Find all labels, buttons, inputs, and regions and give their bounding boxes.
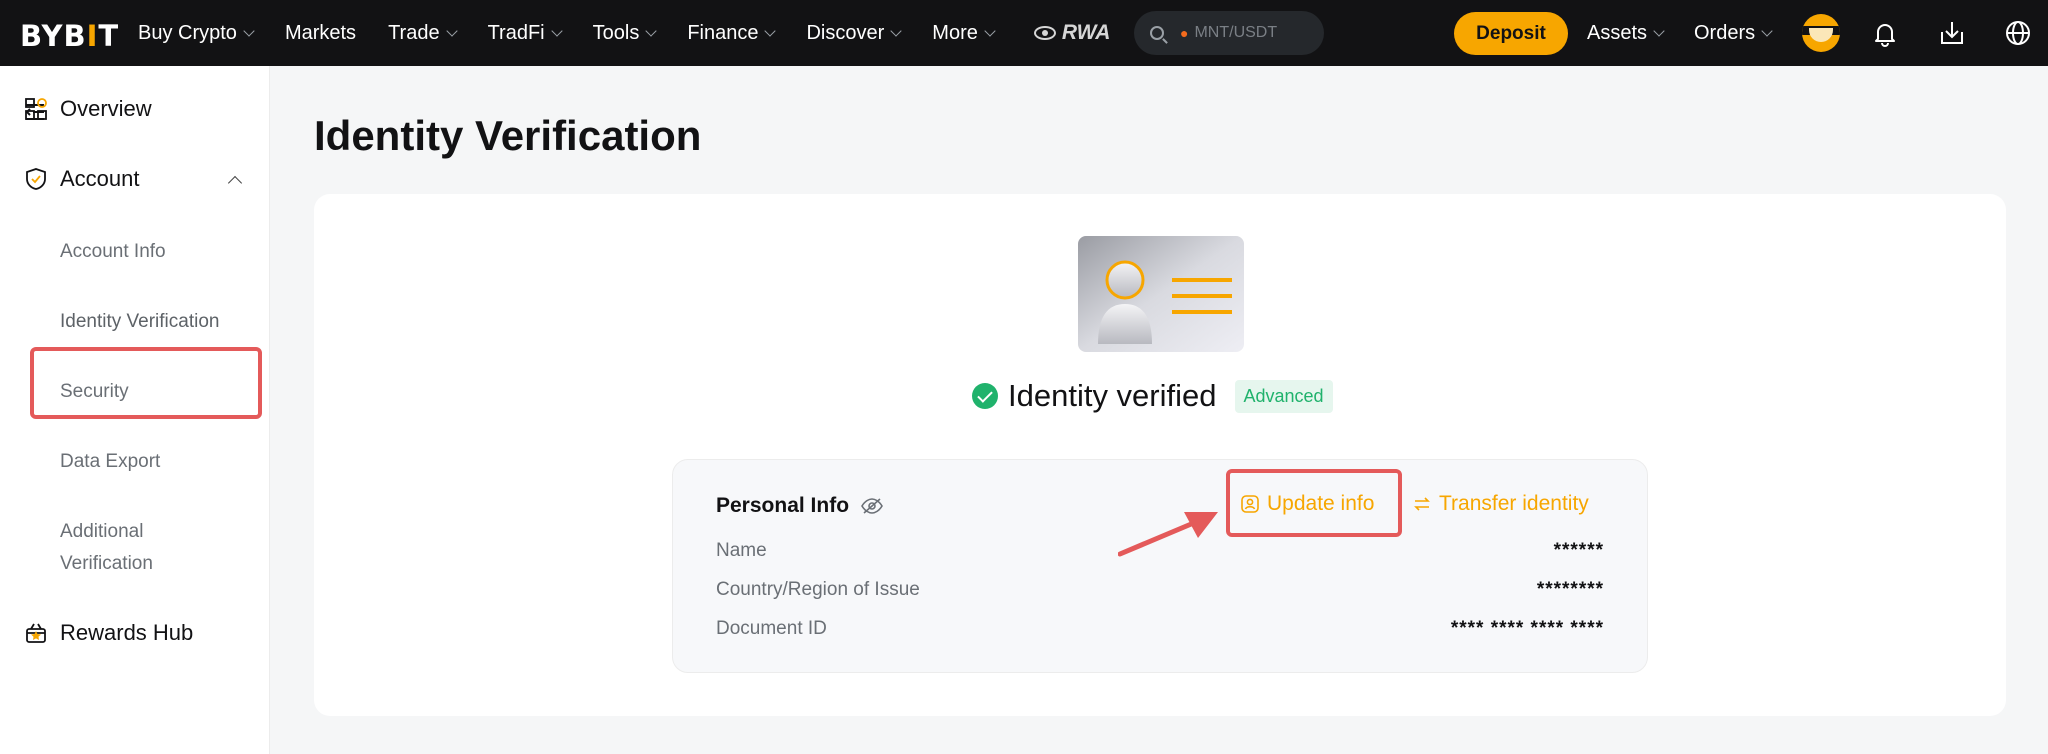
deposit-button[interactable]: Deposit <box>1454 12 1568 55</box>
sidebar-item-account-info[interactable]: Account Info <box>60 236 166 268</box>
chevron-down-icon <box>984 24 996 37</box>
shield-icon <box>26 168 46 190</box>
bybit-logo[interactable]: BYBIT <box>20 19 119 53</box>
sidebar-item-identity-verification[interactable]: Identity Verification <box>60 306 219 338</box>
chevron-down-icon <box>645 24 657 37</box>
chevron-down-icon <box>243 24 255 37</box>
nav-tools[interactable]: Tools <box>593 22 657 45</box>
search-icon <box>1150 26 1164 40</box>
sidebar-item-rewards-hub[interactable]: Rewards Hub <box>24 620 193 646</box>
row-value-document-id: **** **** **** **** <box>1450 618 1604 639</box>
nav-buy-crypto[interactable]: Buy Crypto <box>138 22 255 45</box>
nav-more[interactable]: More <box>932 22 996 45</box>
sidebar-item-additional-verification[interactable]: Additional Verification <box>60 516 220 580</box>
chevron-down-icon <box>890 24 902 37</box>
row-value-name: ****** <box>1553 540 1604 561</box>
row-label-name: Name <box>716 540 767 561</box>
nav-discover[interactable]: Discover <box>806 22 902 45</box>
eye-off-icon[interactable] <box>861 498 883 514</box>
check-circle-icon <box>972 383 998 409</box>
nav-markets[interactable]: Markets <box>285 22 356 45</box>
highlight-box-identity-verification <box>30 347 262 419</box>
avatar[interactable] <box>1802 14 1840 52</box>
personal-info-title: Personal Info <box>716 494 883 518</box>
row-label-country: Country/Region of Issue <box>716 579 920 600</box>
row-label-document-id: Document ID <box>716 618 827 639</box>
rwa-link[interactable]: RWA <box>1033 21 1110 45</box>
top-navigation-bar: BYBIT Buy Crypto Markets Trade TradFi To… <box>0 0 2048 66</box>
main-nav: Buy Crypto Markets Trade TradFi Tools Fi… <box>138 0 1110 66</box>
highlight-box-update-info <box>1226 469 1402 537</box>
overview-icon <box>25 98 47 120</box>
sidebar-item-account[interactable]: Account <box>24 166 140 192</box>
sidebar-item-data-export[interactable]: Data Export <box>60 446 160 478</box>
annotation-arrow-icon <box>1118 512 1218 557</box>
nav-tradfi[interactable]: TradFi <box>488 22 563 45</box>
chevron-down-icon <box>764 24 777 37</box>
chevron-down-icon <box>1653 25 1665 37</box>
chevron-down-icon <box>1761 25 1773 37</box>
orders-menu[interactable]: Orders <box>1694 22 1773 45</box>
fire-icon: ● <box>1180 25 1189 41</box>
verification-status: Identity verified Advanced <box>972 378 1333 414</box>
assets-menu[interactable]: Assets <box>1587 22 1665 45</box>
download-icon[interactable] <box>1937 18 1967 48</box>
gift-icon <box>26 623 46 643</box>
bell-icon[interactable] <box>1870 18 1900 48</box>
rwa-icon <box>1033 26 1056 40</box>
nav-finance[interactable]: Finance <box>687 22 777 45</box>
search-input[interactable]: ● MNT/USDT <box>1134 11 1324 55</box>
globe-icon[interactable] <box>2003 18 2033 48</box>
nav-trade[interactable]: Trade <box>388 22 458 45</box>
id-card-illustration-icon <box>1078 236 1244 352</box>
row-value-country: ******** <box>1536 579 1604 600</box>
status-badge: Advanced <box>1234 379 1333 413</box>
transfer-identity-link[interactable]: Transfer identity <box>1413 492 1589 516</box>
chevron-down-icon <box>550 24 563 37</box>
chevron-down-icon <box>445 24 458 37</box>
page-title: Identity Verification <box>314 112 702 159</box>
sidebar-item-overview[interactable]: Overview <box>24 96 152 122</box>
search-placeholder: MNT/USDT <box>1194 24 1278 41</box>
swap-icon <box>1414 497 1430 511</box>
